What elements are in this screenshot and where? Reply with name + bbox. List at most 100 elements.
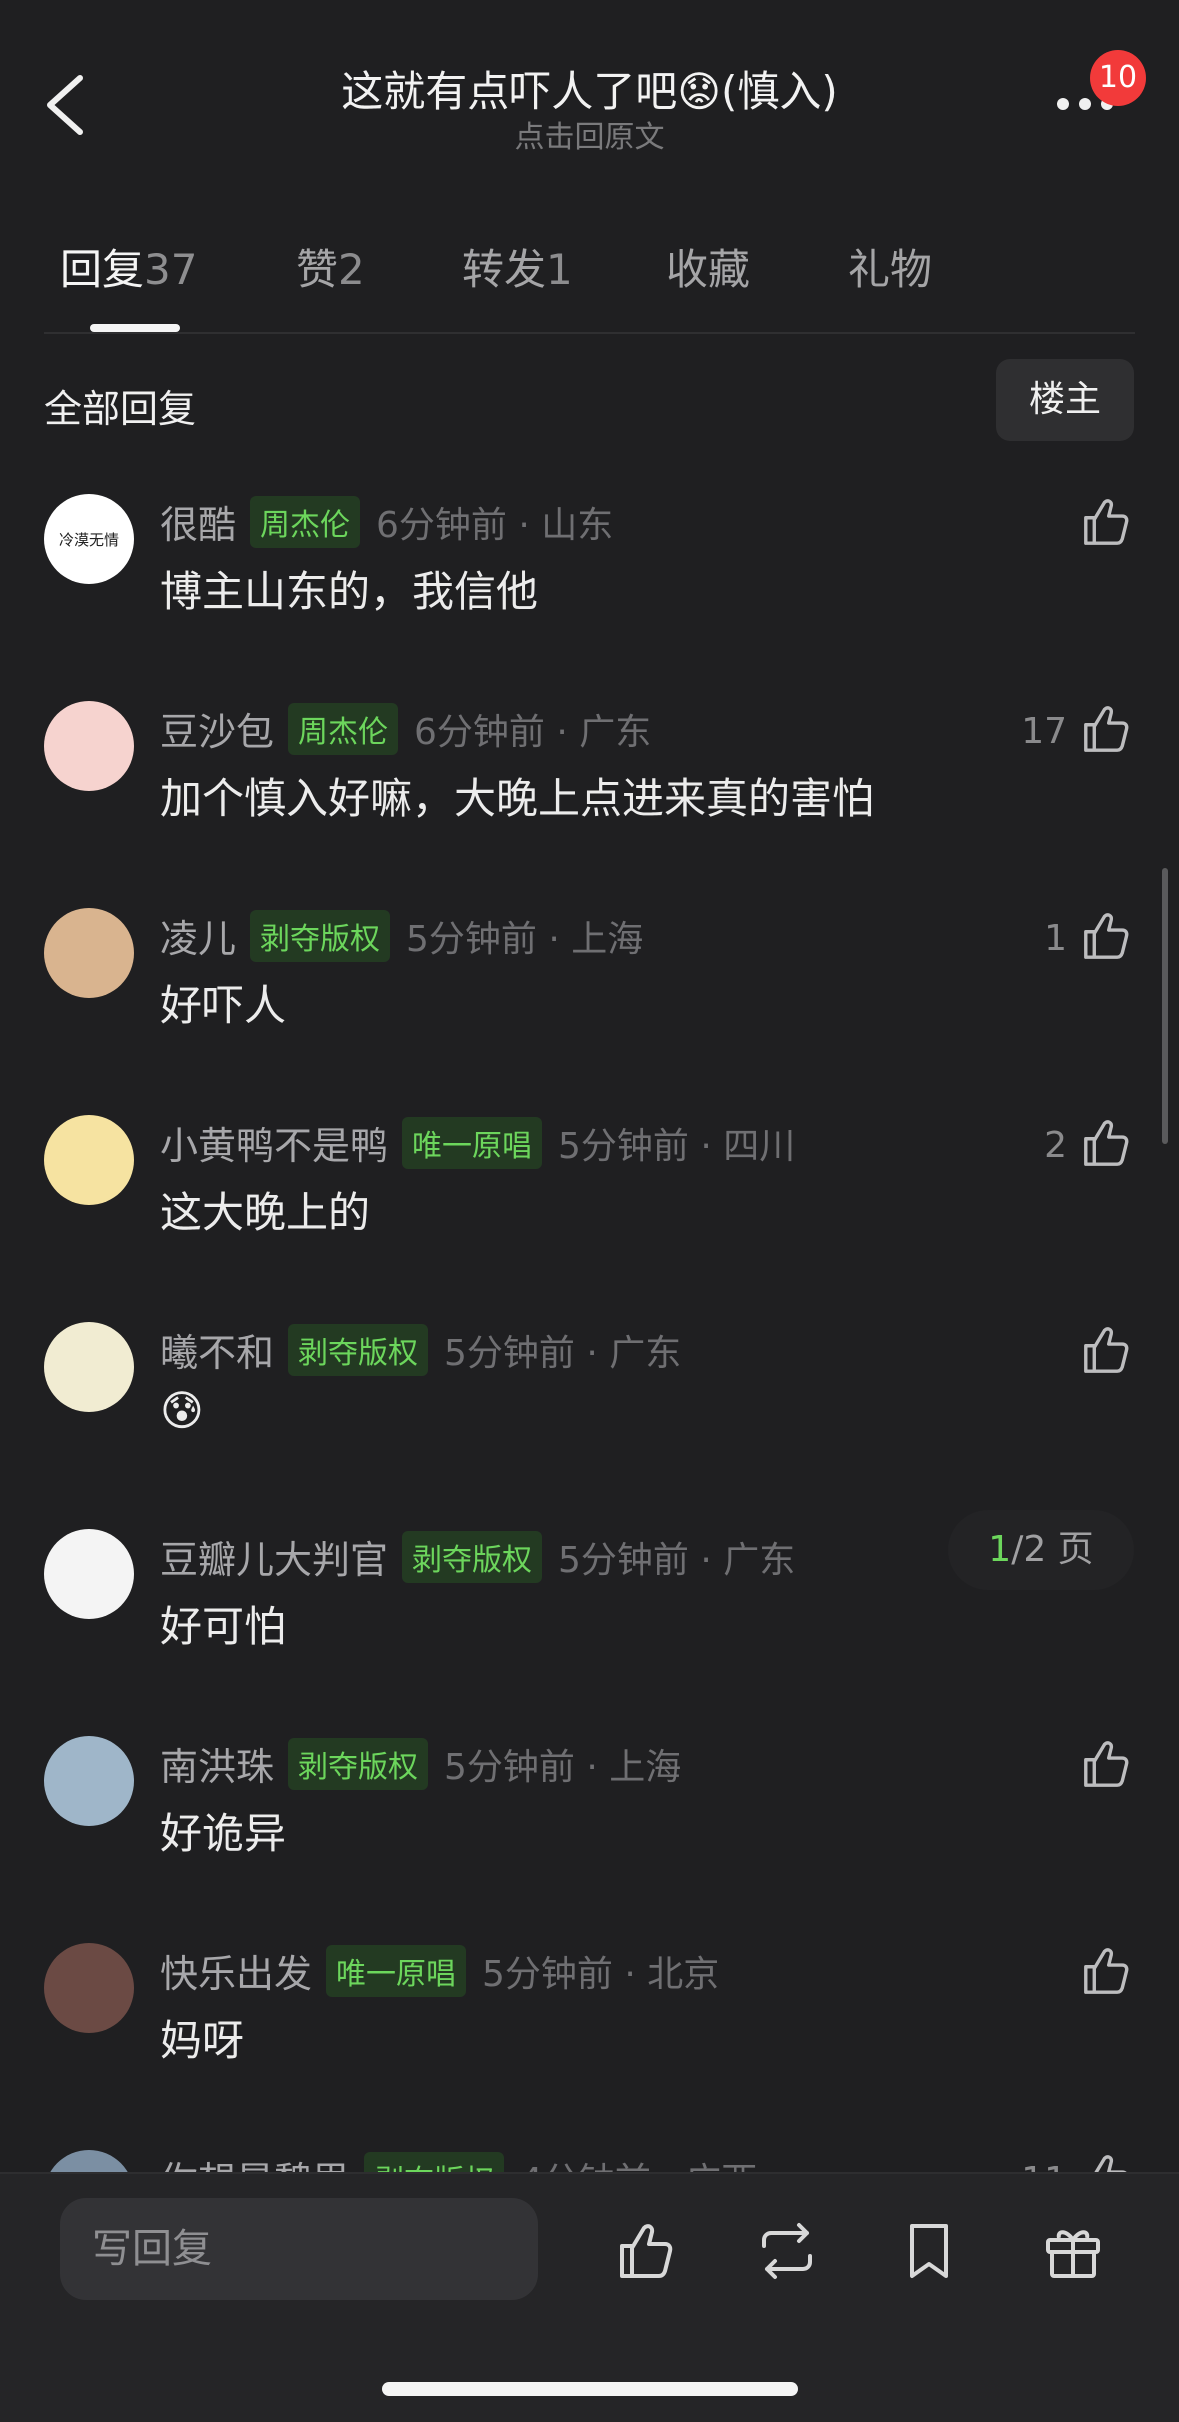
- comment-text: 妈呀: [160, 2016, 245, 2065]
- comment-meta: 很酷 周杰伦 6分钟前 · 山东: [160, 494, 613, 549]
- like-count: 2: [1044, 1124, 1067, 1166]
- comment-like-button[interactable]: 1: [1044, 908, 1135, 968]
- like-count: 17: [1021, 710, 1067, 752]
- thumbs-up-icon[interactable]: [1079, 1322, 1135, 1382]
- tab-favorites[interactable]: 收藏: [666, 236, 750, 297]
- fan-badge: 唯一原唱: [326, 1944, 467, 1997]
- comment-item[interactable]: 凌儿 剥夺版权 5分钟前 · 上海 好吓人 1: [0, 900, 1179, 1107]
- comment-item[interactable]: 曦不和 剥夺版权 5分钟前 · 广东 😰: [0, 1314, 1179, 1521]
- avatar-text: 冷漠无情: [58, 530, 119, 549]
- comment-text: 这大晚上的: [160, 1188, 371, 1237]
- comment-meta: 豆瓣儿大判官 剥夺版权 5分钟前 · 广东: [160, 1529, 795, 1584]
- comment-like-button[interactable]: 17: [1021, 701, 1135, 761]
- tab-reposts-label: 转发: [462, 245, 547, 294]
- home-indicator[interactable]: [382, 2382, 798, 2396]
- comment-like-button[interactable]: [1067, 1322, 1135, 1382]
- reply-input[interactable]: 写回复: [60, 2198, 538, 2300]
- comment-like-button[interactable]: 2: [1044, 1115, 1135, 1175]
- tab-gifts-label: 礼物: [848, 245, 933, 294]
- avatar[interactable]: [44, 1943, 134, 2033]
- page-indicator[interactable]: 1/2 页: [948, 1510, 1134, 1590]
- scrollbar[interactable]: [1162, 868, 1168, 1144]
- thumbs-up-icon[interactable]: [1079, 1115, 1135, 1175]
- comment-username[interactable]: 曦不和: [160, 1322, 274, 1377]
- avatar[interactable]: [44, 1322, 134, 1412]
- comment-username[interactable]: 南洪珠: [160, 1736, 274, 1791]
- fan-badge: 剥夺版权: [288, 1323, 429, 1376]
- comment-meta: 快乐出发 唯一原唱 5分钟前 · 北京: [160, 1943, 719, 1998]
- thumbs-up-icon[interactable]: [1079, 908, 1135, 968]
- gift-icon[interactable]: [1040, 2218, 1106, 2284]
- tab-likes-count: 2: [338, 245, 365, 294]
- thumbs-up-icon[interactable]: [1079, 1736, 1135, 1796]
- like-icon[interactable]: [614, 2218, 680, 2284]
- bookmark-icon[interactable]: [896, 2218, 962, 2284]
- comment-text: 好诡异: [160, 1809, 287, 1858]
- comment-meta: 南洪珠 剥夺版权 5分钟前 · 上海: [160, 1736, 681, 1791]
- notification-badge: 10: [1090, 50, 1146, 106]
- tab-reposts-count: 1: [546, 245, 573, 294]
- all-replies-label: 全部回复: [44, 387, 197, 431]
- comment-item[interactable]: 豆沙包 周杰伦 6分钟前 · 广东加个慎入好嘛，大晚上点进来真的害怕 17: [0, 693, 1179, 900]
- comment-text: 好可怕: [160, 1602, 287, 1651]
- post-title[interactable]: 这就有点吓人了吧😟(慎入): [0, 58, 1179, 119]
- fan-badge: 剥夺版权: [402, 1530, 543, 1583]
- comment-username[interactable]: 豆沙包: [160, 701, 274, 756]
- comment-text: 加个慎入好嘛，大晚上点进来真的害怕: [160, 774, 875, 823]
- tab-gifts[interactable]: 礼物: [848, 236, 932, 297]
- tab-likes-label: 赞: [296, 245, 339, 294]
- total-pages: /2 页: [1011, 1529, 1094, 1570]
- avatar[interactable]: [44, 1736, 134, 1826]
- fan-badge: 唯一原唱: [402, 1116, 543, 1169]
- owner-only-button[interactable]: 楼主: [996, 359, 1134, 441]
- comment-item[interactable]: 南洪珠 剥夺版权 5分钟前 · 上海好诡异: [0, 1728, 1179, 1935]
- fan-badge: 周杰伦: [288, 702, 399, 755]
- comment-username[interactable]: 快乐出发: [160, 1943, 312, 1998]
- comment-text: 好吓人: [160, 981, 287, 1030]
- comment-like-button[interactable]: [1067, 1943, 1135, 2003]
- thumbs-up-icon[interactable]: [1079, 1943, 1135, 2003]
- back-to-original-link[interactable]: 点击回原文: [0, 112, 1179, 156]
- comment-item[interactable]: 小黄鸭不是鸭 唯一原唱 5分钟前 · 四川这大晚上的 2: [0, 1107, 1179, 1314]
- comment-username[interactable]: 凌儿: [160, 908, 236, 963]
- comment-username[interactable]: 很酷: [160, 494, 236, 549]
- comment-item[interactable]: 冷漠无情 很酷 周杰伦 6分钟前 · 山东 博主山东的，我信他: [0, 486, 1179, 693]
- current-page: 1: [988, 1529, 1012, 1570]
- tab-divider: [44, 332, 1135, 334]
- comment-time-location: 6分钟前 · 山东: [376, 504, 614, 546]
- comment-time-location: 5分钟前 · 四川: [558, 1125, 796, 1167]
- fan-badge: 周杰伦: [250, 495, 361, 548]
- tab-likes[interactable]: 赞2: [296, 236, 365, 297]
- comment-list[interactable]: 冷漠无情 很酷 周杰伦 6分钟前 · 山东 博主山东的，我信他 豆沙包 周杰伦 6分钟前 · …: [0, 486, 1179, 2176]
- comment-meta: 曦不和 剥夺版权 5分钟前 · 广东: [160, 1322, 681, 1377]
- comment-item[interactable]: 快乐出发 唯一原唱 5分钟前 · 北京妈呀: [0, 1935, 1179, 2142]
- tab-replies-label: 回复: [60, 245, 145, 294]
- repost-icon[interactable]: [754, 2218, 820, 2284]
- avatar[interactable]: [44, 1115, 134, 1205]
- comment-meta: 小黄鸭不是鸭 唯一原唱 5分钟前 · 四川: [160, 1115, 795, 1170]
- avatar[interactable]: [44, 701, 134, 791]
- thumbs-up-icon[interactable]: [1079, 494, 1135, 554]
- tab-replies[interactable]: 回复37: [60, 236, 197, 297]
- comment-time-location: 6分钟前 · 广东: [414, 711, 652, 753]
- tab-favorites-label: 收藏: [666, 245, 751, 294]
- comment-item[interactable]: 你想是魏思剥夺版权4分钟前 · 广西11: [0, 2142, 1179, 2176]
- tab-replies-count: 37: [144, 245, 198, 294]
- comment-meta: 豆沙包 周杰伦 6分钟前 · 广东: [160, 701, 651, 756]
- top-bar: 这就有点吓人了吧😟(慎入) 点击回原文 10: [0, 0, 1179, 200]
- comment-username[interactable]: 小黄鸭不是鸭: [160, 1115, 388, 1170]
- comment-like-button[interactable]: [1067, 1736, 1135, 1796]
- comment-like-button[interactable]: [1067, 494, 1135, 554]
- avatar[interactable]: 冷漠无情: [44, 494, 134, 584]
- active-tab-indicator: [90, 324, 180, 332]
- comment-time-location: 5分钟前 · 广东: [444, 1332, 682, 1374]
- thumbs-up-icon[interactable]: [1079, 701, 1135, 761]
- avatar[interactable]: [44, 908, 134, 998]
- tab-reposts[interactable]: 转发1: [462, 236, 573, 297]
- comment-username[interactable]: 豆瓣儿大判官: [160, 1529, 388, 1584]
- comment-time-location: 5分钟前 · 北京: [482, 1953, 720, 1995]
- comment-time-location: 5分钟前 · 上海: [406, 918, 644, 960]
- comment-text: 😰: [160, 1386, 204, 1435]
- avatar[interactable]: [44, 1529, 134, 1619]
- fan-badge: 剥夺版权: [288, 1737, 429, 1790]
